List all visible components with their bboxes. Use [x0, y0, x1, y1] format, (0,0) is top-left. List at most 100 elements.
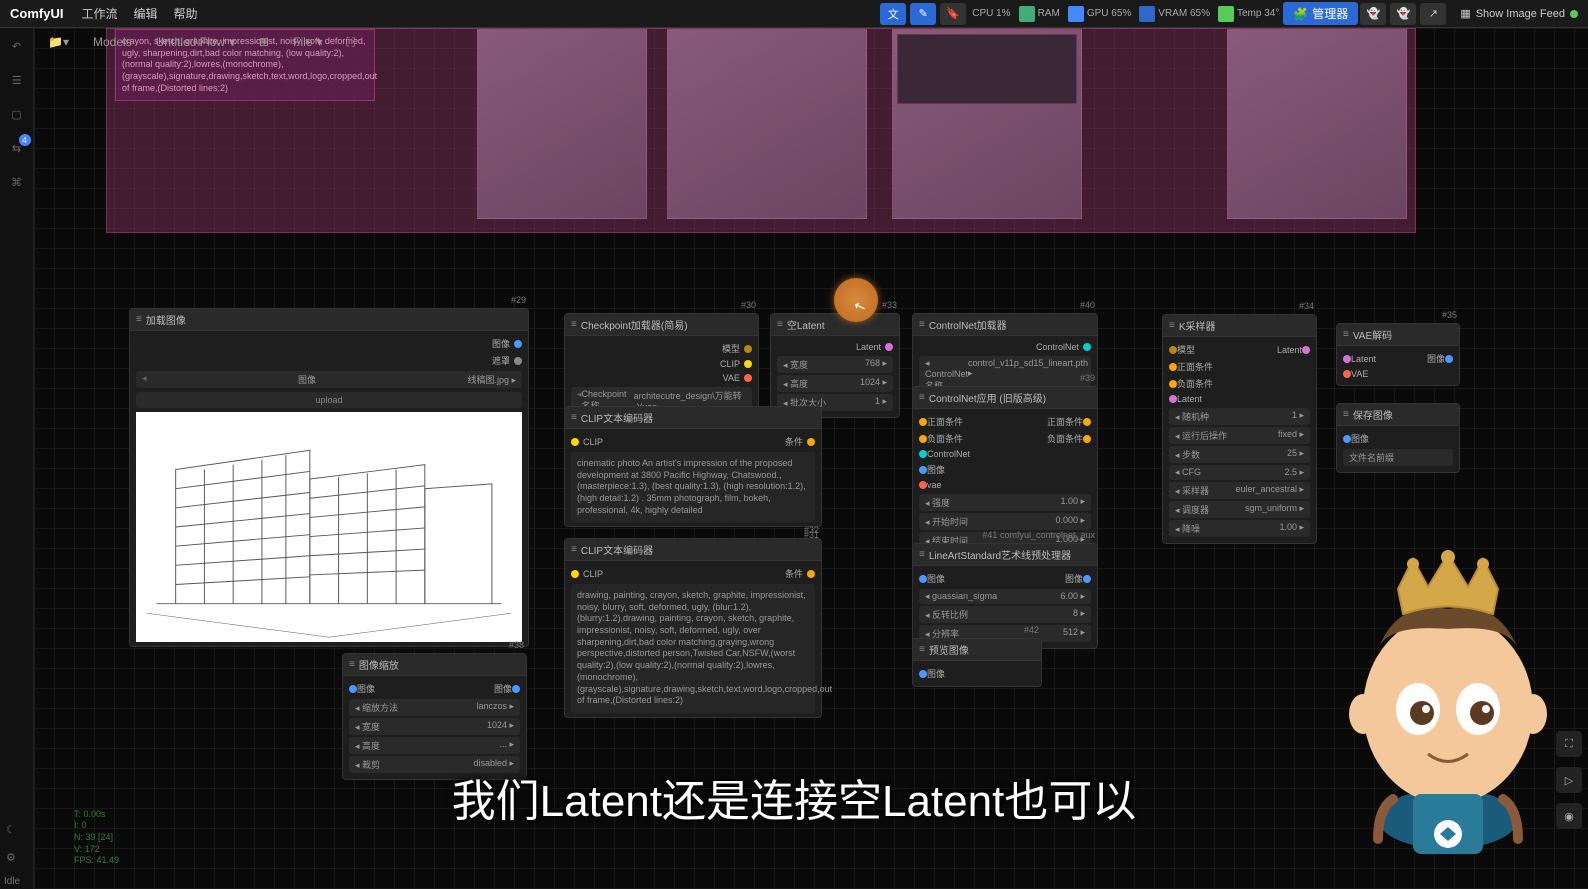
fit-icon[interactable]: ⛶ [338, 32, 362, 53]
burger-icon[interactable]: ≡ [1343, 409, 1349, 420]
port-pos-in[interactable] [1169, 363, 1177, 371]
port-vae-in[interactable] [919, 481, 927, 489]
port-model[interactable] [744, 345, 752, 353]
node-save-image[interactable]: ≡保存图像 图像 文件名前缀 [1336, 403, 1460, 473]
hierarchy-icon[interactable]: ⌘ [7, 172, 27, 192]
widget-denoise[interactable]: ◂ 降噪1.00 ▸ [1169, 520, 1310, 537]
node-lineart[interactable]: #41 comfyui_controlnet_aux ≡LineArtStand… [912, 543, 1098, 649]
burger-icon[interactable]: ≡ [919, 644, 925, 655]
ghost2-icon[interactable]: 👻 [1390, 3, 1416, 25]
widget-method[interactable]: ◂ 缩放方法lanczos ▸ [349, 699, 520, 716]
folder-tab[interactable]: 📁▾ [40, 32, 77, 52]
widget-seed[interactable]: ◂ 随机种1 ▸ [1169, 408, 1310, 425]
port-img-in[interactable] [919, 670, 927, 678]
port-cn-out[interactable] [1083, 343, 1091, 351]
port-vae-in[interactable] [1343, 370, 1351, 378]
share-icon[interactable]: ↗ [1420, 3, 1446, 25]
widget-sigma[interactable]: ◂ guassian_sigma6.00 ▸ [919, 589, 1091, 604]
models-tab[interactable]: Models [85, 32, 140, 52]
flow-tab[interactable]: Untitled Flow ▾ [148, 32, 243, 52]
burger-icon[interactable]: ≡ [919, 319, 925, 330]
port-mask-out[interactable] [514, 357, 522, 365]
widget-prefix[interactable]: 文件名前缀 [1343, 449, 1453, 466]
translate-icon[interactable]: 文 [880, 3, 906, 25]
node-preview[interactable]: #42 ≡预览图像 图像 [912, 638, 1042, 687]
port-image-out[interactable] [514, 340, 522, 348]
widget-height[interactable]: ◂ 高度1024 ▸ [777, 375, 893, 392]
port-img-in[interactable] [349, 685, 357, 693]
port-cn-in[interactable] [919, 450, 927, 458]
port-img-out[interactable] [512, 685, 520, 693]
node-empty-latent[interactable]: #33 ≡空Latent Latent ◂ 宽度768 ▸ ◂ 高度1024 ▸… [770, 313, 900, 418]
port-vae[interactable] [744, 374, 752, 382]
node-load-image[interactable]: #29 ≡加载图像 图像 遮罩 ◂图像线稿图.jpg ▸ upload [129, 308, 529, 647]
widget-h[interactable]: ◂ 高度... ▸ [349, 737, 520, 754]
image-feed-toggle[interactable]: ▦ Show Image Feed [1460, 7, 1578, 20]
widget-strength[interactable]: ◂ 强度1.00 ▸ [919, 494, 1091, 511]
burger-icon[interactable]: ≡ [1343, 329, 1349, 340]
port-img-in[interactable] [1343, 435, 1351, 443]
port-clip-in[interactable] [571, 570, 579, 578]
canvas-icon[interactable]: ⊞ [251, 32, 277, 52]
port-img-in[interactable] [919, 466, 927, 474]
menu-workflow[interactable]: 工作流 [81, 5, 117, 22]
port-latent-out[interactable] [1302, 346, 1310, 354]
menu-edit[interactable]: 编辑 [133, 5, 157, 22]
menu-help[interactable]: 帮助 [173, 5, 197, 22]
widget-sampler[interactable]: ◂ 采样器euler_ancestral ▸ [1169, 482, 1310, 499]
bookmark-icon[interactable]: 🔖 [940, 3, 966, 25]
port-pos-in[interactable] [919, 418, 927, 426]
brush-icon[interactable]: ✎ [910, 3, 936, 25]
port-clip[interactable] [744, 360, 752, 368]
widget-cfg[interactable]: ◂ CFG2.5 ▸ [1169, 465, 1310, 480]
canvas[interactable]: crayon, sketch, graphite, impressionist,… [34, 28, 1588, 889]
port-latent-in[interactable] [1169, 395, 1177, 403]
burger-icon[interactable]: ≡ [349, 659, 355, 670]
widget-width[interactable]: ◂ 宽度768 ▸ [777, 356, 893, 373]
burger-icon[interactable]: ≡ [571, 412, 577, 423]
port-img-out[interactable] [1445, 355, 1453, 363]
port-neg-in[interactable] [1169, 380, 1177, 388]
burger-icon[interactable]: ≡ [777, 319, 783, 330]
port-cond-out[interactable] [807, 570, 815, 578]
file-tab[interactable]: File ▾ [285, 32, 330, 52]
port-neg-in[interactable] [919, 435, 927, 443]
burger-icon[interactable]: ≡ [919, 392, 925, 403]
undo-icon[interactable]: ↶ [7, 36, 27, 56]
fullscreen-icon[interactable]: ⛶ [1556, 731, 1582, 757]
port-cond-out[interactable] [807, 438, 815, 446]
burger-icon[interactable]: ≡ [571, 319, 577, 330]
route-icon[interactable]: ⇆ [7, 138, 27, 158]
node-clip-negative[interactable]: #32 ≡CLIP文本编码器 CLIP 条件 drawing, painting… [564, 538, 822, 718]
manager-button[interactable]: 🧩 管理器 [1283, 2, 1358, 25]
widget-w[interactable]: ◂ 宽度1024 ▸ [349, 718, 520, 735]
port-latent-in[interactable] [1343, 355, 1351, 363]
port-model-in[interactable] [1169, 346, 1177, 354]
burger-icon[interactable]: ≡ [919, 549, 925, 560]
widget-start[interactable]: ◂ 开始时间0.000 ▸ [919, 513, 1091, 530]
port-pos-out[interactable] [1083, 418, 1091, 426]
port-latent[interactable] [885, 343, 893, 351]
port-img-in[interactable] [919, 575, 927, 583]
list-icon[interactable]: ☰ [7, 70, 27, 90]
ghost-icon[interactable]: 👻 [1360, 3, 1386, 25]
gear-icon[interactable]: ⚙ [6, 851, 24, 869]
widget-image[interactable]: ◂图像线稿图.jpg ▸ [136, 371, 522, 388]
node-image-scale[interactable]: #38 ≡图像缩放 图像图像 ◂ 缩放方法lanczos ▸ ◂ 宽度1024 … [342, 653, 527, 780]
box-icon[interactable]: ▢ [7, 104, 27, 124]
port-img-out[interactable] [1083, 575, 1091, 583]
port-clip-in[interactable] [571, 438, 579, 446]
widget-steps[interactable]: ◂ 步数25 ▸ [1169, 446, 1310, 463]
widget-invert[interactable]: ◂ 反转比例8 ▸ [919, 606, 1091, 623]
widget-scheduler[interactable]: ◂ 调度器sgm_uniform ▸ [1169, 501, 1310, 518]
burger-icon[interactable]: ≡ [136, 314, 142, 325]
group-region[interactable]: crayon, sketch, graphite, impressionist,… [106, 28, 1416, 233]
node-vae-decode[interactable]: #35 ≡VAE解码 Latent图像 VAE [1336, 323, 1460, 386]
prompt-text[interactable]: cinematic photo An artist's impression o… [571, 452, 815, 522]
port-neg-out[interactable] [1083, 435, 1091, 443]
node-ksampler[interactable]: #34 ≡K采样器 模型Latent 正面条件 负面条件 Latent ◂ 随机… [1162, 314, 1317, 544]
burger-icon[interactable]: ≡ [1169, 320, 1175, 331]
neg-prompt-text[interactable]: drawing, painting, crayon, sketch, graph… [571, 584, 815, 713]
node-clip-positive[interactable]: #31 ≡CLIP文本编码器 CLIP 条件 cinematic photo A… [564, 406, 822, 527]
upload-button[interactable]: upload [136, 392, 522, 408]
